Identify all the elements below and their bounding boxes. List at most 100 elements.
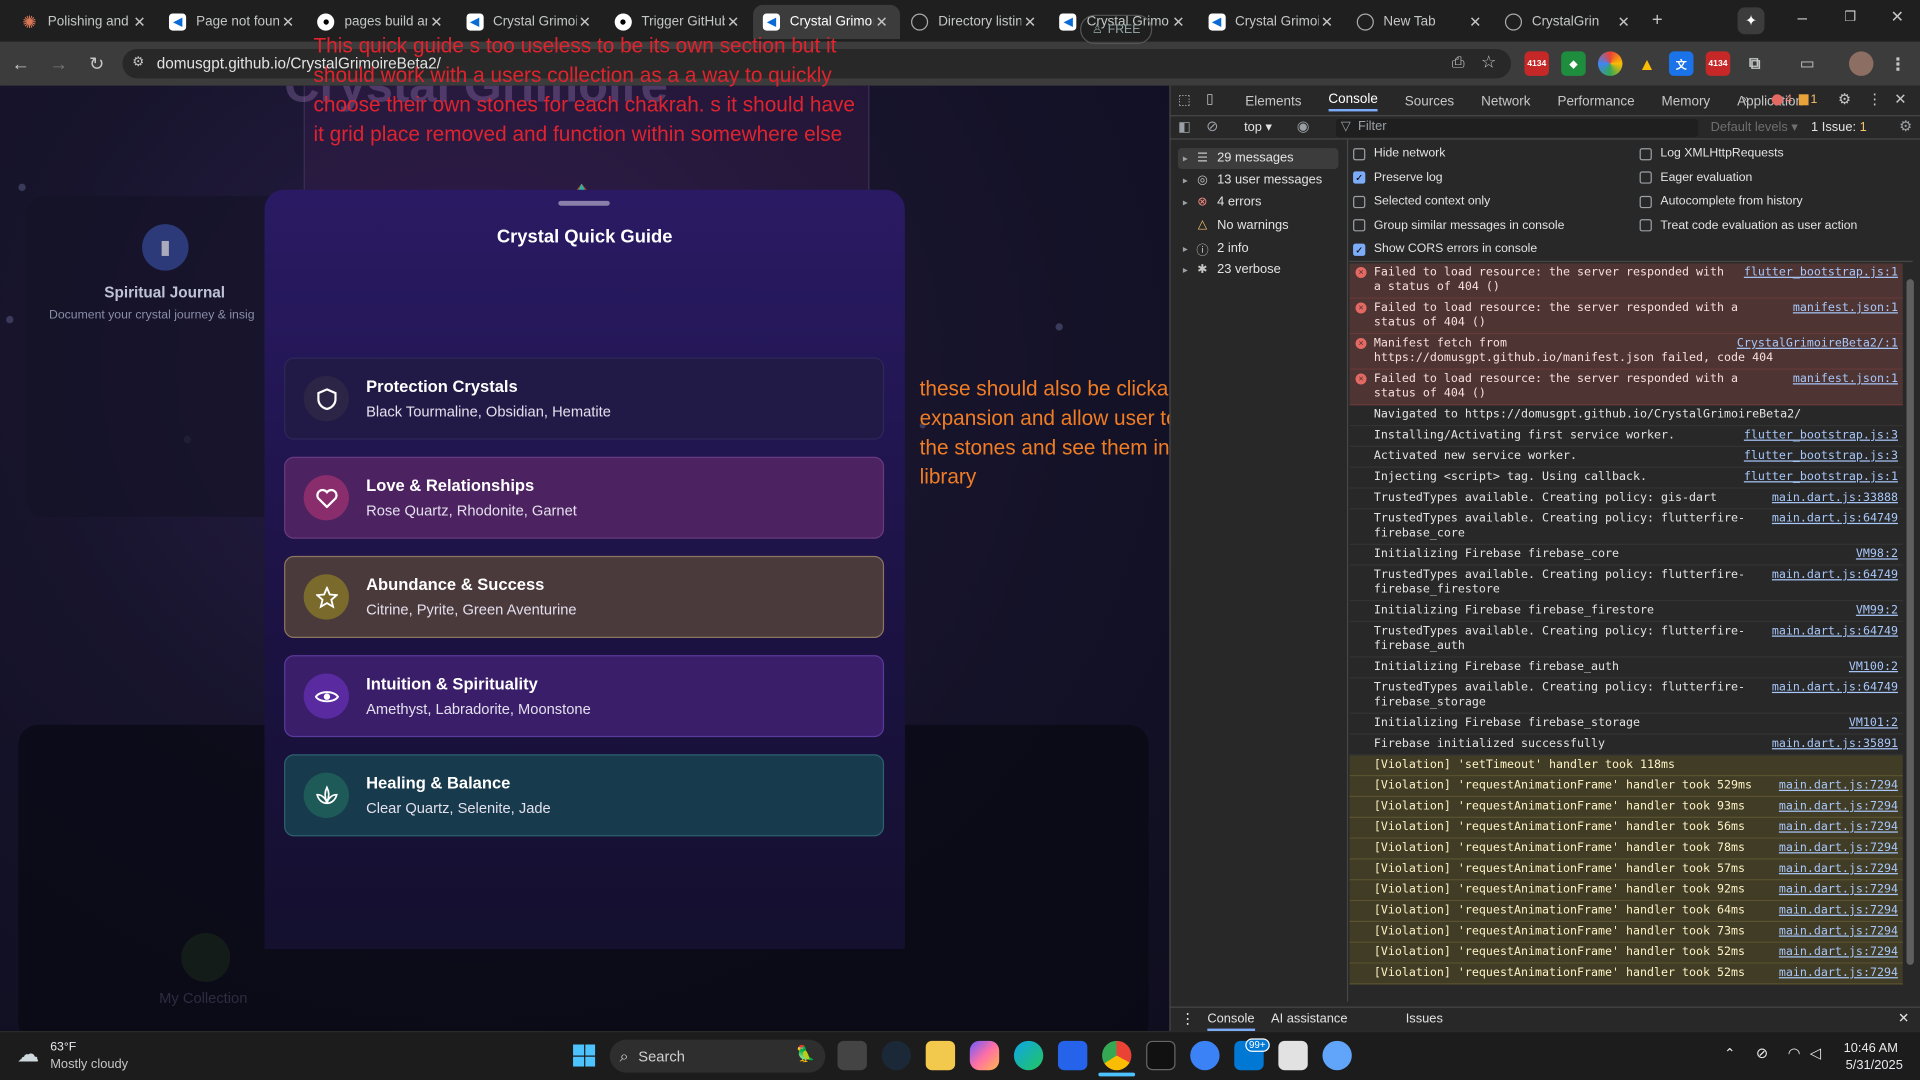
- back-icon[interactable]: ←: [4, 47, 38, 81]
- drawer-menu-icon[interactable]: ⋮: [1180, 1010, 1195, 1027]
- source-link[interactable]: VM101:2: [1849, 716, 1898, 731]
- console-message[interactable]: ✕ manifest.json:1 Failed to load resource:…: [1349, 369, 1903, 406]
- console-message[interactable]: main.dart.js:7294 [Violation] 'requestAni…: [1349, 838, 1903, 860]
- source-link[interactable]: main.dart.js:7294: [1779, 945, 1898, 960]
- minimize-icon[interactable]: –: [1798, 7, 1808, 27]
- forward-icon[interactable]: →: [42, 47, 76, 81]
- puzzle-extensions-icon[interactable]: ⧉: [1742, 51, 1766, 75]
- wifi-icon[interactable]: ◠: [1788, 1044, 1801, 1061]
- copilot-icon[interactable]: ✦: [1737, 7, 1765, 35]
- checkbox-icon[interactable]: [1353, 195, 1366, 208]
- file-explorer-icon[interactable]: [925, 1040, 956, 1071]
- context-selector[interactable]: top ▾: [1244, 120, 1272, 135]
- source-link[interactable]: flutter_bootstrap.js:3: [1744, 429, 1898, 444]
- drawer-tab[interactable]: Console: [1207, 1011, 1255, 1032]
- guide-card[interactable]: Abundance & Success Citrine, Pyrite, Gree…: [284, 555, 885, 638]
- chrome-taskbar-icon[interactable]: [1102, 1040, 1132, 1071]
- site-info-icon[interactable]: ⚙: [132, 54, 144, 70]
- browser-tab[interactable]: ◀ Page not foun ✕: [159, 5, 306, 39]
- console-message[interactable]: main.dart.js:7294 [Violation] 'requestAni…: [1349, 817, 1903, 839]
- drive-icon[interactable]: ▲: [1635, 51, 1659, 75]
- profile-avatar[interactable]: [1848, 51, 1874, 76]
- console-setting-checkbox[interactable]: Group similar messages in console: [1353, 219, 1564, 232]
- clear-console-icon[interactable]: ⊘: [1206, 118, 1218, 135]
- checkbox-icon[interactable]: [1639, 219, 1652, 232]
- source-link[interactable]: manifest.json:1: [1793, 372, 1898, 387]
- restore-icon[interactable]: ❐: [1844, 9, 1856, 25]
- console-setting-checkbox[interactable]: Selected context only: [1353, 195, 1490, 208]
- console-sidebar-item[interactable]: ▸ ⊗ 4 errors: [1183, 195, 1262, 210]
- tab-close-icon[interactable]: ✕: [1615, 13, 1632, 30]
- console-filter-input[interactable]: ▽ Filter: [1335, 118, 1699, 138]
- log-levels-dropdown[interactable]: Default levels ▾: [1711, 120, 1798, 135]
- console-message[interactable]: main.dart.js:7294 [Violation] 'requestAni…: [1349, 776, 1903, 798]
- console-message[interactable]: main.dart.js:33888 TrustedTypes available…: [1349, 489, 1903, 510]
- terminal-icon[interactable]: [1146, 1040, 1176, 1071]
- console-message[interactable]: main.dart.js:7294 [Violation] 'requestAni…: [1349, 859, 1903, 881]
- console-setting-checkbox[interactable]: Hide network: [1353, 147, 1445, 160]
- sidebar-toggle-icon[interactable]: ◧: [1178, 119, 1191, 135]
- tab-close-icon[interactable]: ✕: [279, 13, 296, 30]
- devtools-tab[interactable]: Network: [1481, 94, 1530, 109]
- source-link[interactable]: CrystalGrimoireBeta2/:1: [1737, 337, 1898, 352]
- console-setting-checkbox[interactable]: Autocomplete from history: [1639, 195, 1803, 208]
- console-message[interactable]: main.dart.js:64749 TrustedTypes available…: [1349, 509, 1903, 545]
- tab-close-icon[interactable]: ✕: [1021, 13, 1038, 30]
- console-scrollbar[interactable]: [1906, 279, 1914, 965]
- more-tabs-icon[interactable]: »: [1742, 93, 1749, 106]
- browser-tab[interactable]: ◀ Crystal Grimoi ✕: [1198, 5, 1345, 39]
- shield-extension-icon[interactable]: ◆: [1561, 51, 1586, 76]
- source-link[interactable]: flutter_bootstrap.js:1: [1744, 470, 1898, 485]
- snipping-tool-icon[interactable]: [1278, 1040, 1308, 1071]
- source-link[interactable]: flutter_bootstrap.js:3: [1744, 449, 1898, 464]
- issues-button[interactable]: 1 Issue: 1: [1811, 120, 1867, 135]
- clock-date[interactable]: 5/31/2025: [1824, 1058, 1903, 1073]
- source-link[interactable]: main.dart.js:64749: [1772, 568, 1898, 583]
- console-message[interactable]: ✕ CrystalGrimoireBeta2/:1 Manifest fetch f…: [1349, 334, 1903, 370]
- guide-card[interactable]: Healing & Balance Clear Quartz, Selenite,…: [284, 754, 885, 837]
- console-message[interactable]: flutter_bootstrap.js:1 Injecting <script>…: [1349, 468, 1903, 489]
- console-message[interactable]: main.dart.js:64749 TrustedTypes available…: [1349, 566, 1903, 602]
- console-message[interactable]: main.dart.js:7294 [Violation] 'requestAni…: [1349, 901, 1903, 923]
- devtools-tab[interactable]: Sources: [1405, 94, 1454, 109]
- devtools-settings-icon[interactable]: ⚙: [1838, 91, 1851, 108]
- drawer-close-icon[interactable]: ✕: [1898, 1010, 1909, 1026]
- devtools-tab[interactable]: Performance: [1557, 94, 1634, 109]
- source-link[interactable]: main.dart.js:7294: [1779, 800, 1898, 815]
- copilot-app-icon[interactable]: [969, 1040, 1000, 1071]
- source-link[interactable]: VM98:2: [1856, 547, 1898, 562]
- console-sidebar-item[interactable]: ▸ ✱ 23 verbose: [1183, 262, 1281, 277]
- windows-start-icon[interactable]: [573, 1044, 596, 1067]
- console-message[interactable]: ✕ manifest.json:1 Failed to load resource:…: [1349, 298, 1903, 335]
- console-message[interactable]: main.dart.js:64749 TrustedTypes available…: [1349, 678, 1903, 714]
- source-link[interactable]: main.dart.js:64749: [1772, 681, 1898, 696]
- tab-close-icon[interactable]: ✕: [873, 13, 890, 30]
- source-link[interactable]: main.dart.js:7294: [1779, 779, 1898, 794]
- live-expression-eye-icon[interactable]: ◉: [1297, 118, 1310, 135]
- drawer-tab[interactable]: Issues: [1406, 1011, 1443, 1026]
- guide-card[interactable]: Love & Relationships Rose Quartz, Rhodoni…: [284, 456, 885, 539]
- console-message[interactable]: VM98:2 Initializing Firebase firebase_cor…: [1349, 545, 1903, 566]
- console-setting-checkbox[interactable]: Treat code evaluation as user action: [1639, 219, 1857, 232]
- devtools-tab[interactable]: Console: [1328, 92, 1378, 112]
- sidebar-icon[interactable]: ▭: [1795, 51, 1819, 75]
- menu-kebab-icon[interactable]: ⋮: [1886, 51, 1910, 75]
- tab-close-icon[interactable]: ✕: [725, 13, 742, 30]
- console-message[interactable]: VM101:2 Initializing Firebase firebase_st…: [1349, 714, 1903, 735]
- console-message[interactable]: ✕ flutter_bootstrap.js:1 Failed to load re…: [1349, 263, 1903, 299]
- taskbar-search[interactable]: ⌕ Search 🦜: [609, 1039, 826, 1073]
- console-sidebar-item[interactable]: △ No warnings: [1183, 217, 1289, 232]
- guide-card[interactable]: Protection Crystals Black Tourmaline, Obs…: [284, 357, 885, 440]
- console-message[interactable]: main.dart.js:7294 [Violation] 'requestAni…: [1349, 922, 1903, 943]
- console-message[interactable]: main.dart.js:64749 TrustedTypes available…: [1349, 622, 1903, 658]
- console-message[interactable]: main.dart.js:7294 [Violation] 'requestAni…: [1349, 797, 1903, 818]
- console-message[interactable]: main.dart.js:35891 Firebase initialized s…: [1349, 735, 1903, 756]
- browser-tab[interactable]: New Tab ✕: [1347, 5, 1494, 39]
- devtools-menu-icon[interactable]: ⋮: [1867, 91, 1882, 108]
- console-message[interactable]: flutter_bootstrap.js:3 Installing/Activat…: [1349, 426, 1903, 447]
- console-message[interactable]: VM100:2 Initializing Firebase firebase_au…: [1349, 658, 1903, 679]
- volume-icon[interactable]: ◁: [1810, 1044, 1821, 1061]
- reload-icon[interactable]: ↻: [80, 47, 114, 81]
- extension-badge-icon[interactable]: 4134: [1524, 51, 1549, 76]
- free-badge-button[interactable]: ♙ FREE: [1080, 14, 1153, 45]
